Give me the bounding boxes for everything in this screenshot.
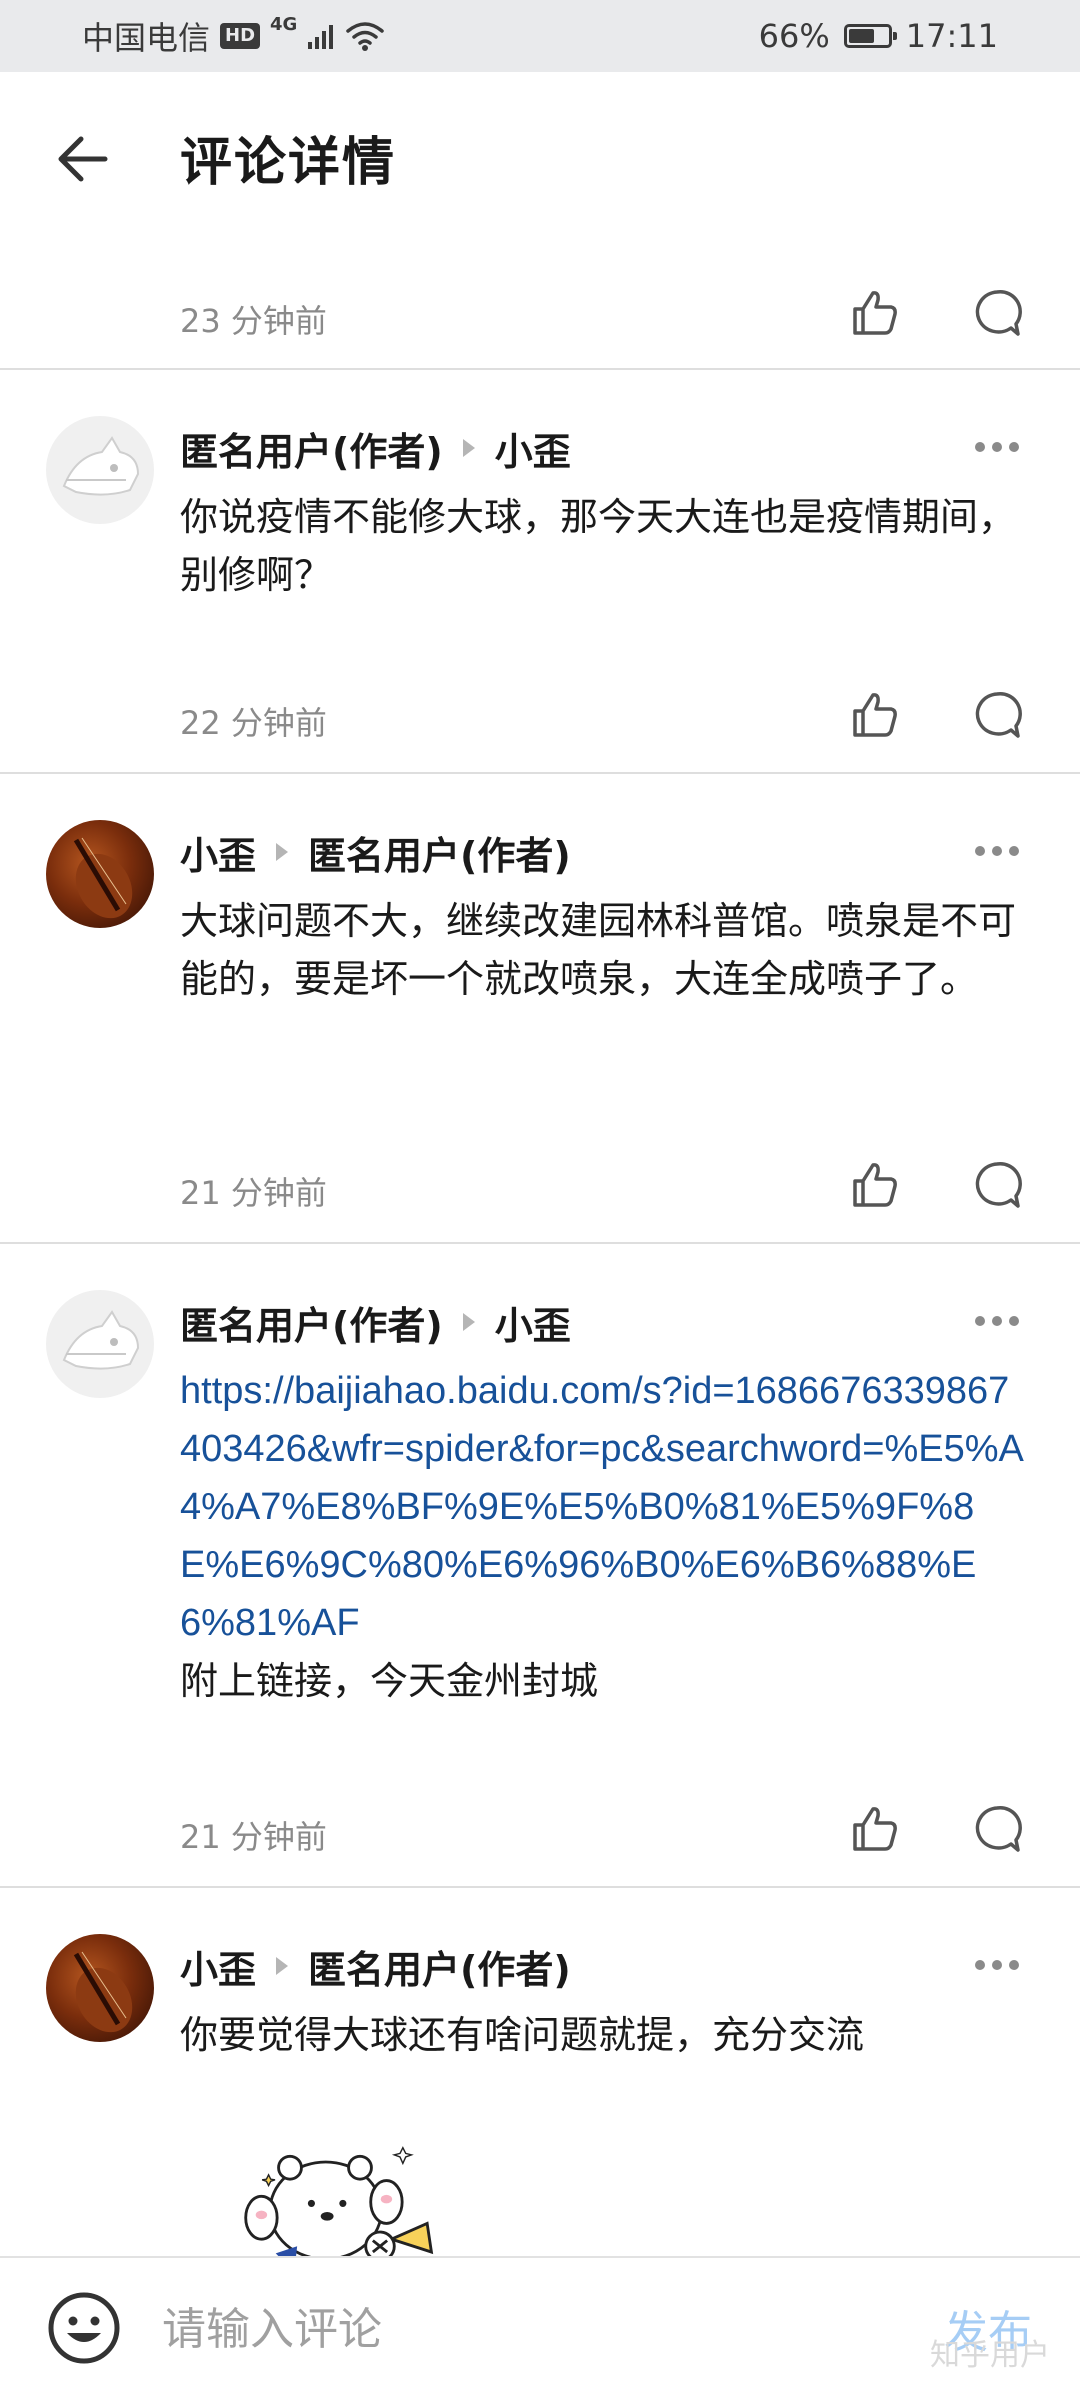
avatar[interactable] (46, 820, 154, 928)
dot-icon (992, 442, 1002, 452)
battery-percent: 66% (758, 17, 830, 55)
watermark: 知乎用户 (930, 2338, 1050, 2373)
avatar[interactable] (46, 1290, 154, 1398)
reply-button[interactable] (962, 680, 1032, 750)
more-options-button[interactable] (962, 826, 1032, 876)
author-name[interactable]: 匿名用户(作者) (180, 1295, 443, 1350)
dot-icon (1009, 1316, 1019, 1326)
emoji-button[interactable] (44, 2288, 124, 2368)
chat-bubble-icon (975, 1162, 1022, 1208)
like-button[interactable] (840, 278, 910, 348)
dot-icon (992, 846, 1002, 856)
reply-button[interactable] (962, 278, 1032, 348)
comment-text: 大球问题不大，继续改建园林科普馆。喷泉是不可能的，要是坏一个就改喷泉，大连全成喷… (180, 899, 1017, 1001)
signal-icon (308, 25, 334, 49)
bear-cheering-sticker[interactable] (200, 2132, 480, 2272)
comment-item: 小歪 匿名用户(作者) 大球问题不大，继续改建园林科普馆。喷泉是不可能的，要是坏… (0, 774, 1080, 1242)
author-name[interactable]: 小歪 (180, 1939, 256, 1994)
comment-link[interactable]: https://baijiahao.baidu.com/s?id=1686676… (180, 1362, 1030, 1652)
back-button[interactable] (48, 124, 118, 194)
header: 评论详情 (0, 72, 1080, 242)
chat-bubble-icon (975, 290, 1022, 336)
dot-icon (992, 1960, 1002, 1970)
author-name[interactable]: 小歪 (180, 825, 256, 880)
more-options-button[interactable] (962, 1296, 1032, 1346)
author-line: 匿名用户(作者) 小歪 (180, 1292, 571, 1352)
comment-sheet: 评论详情 23 分钟前 匿名用户(作者) 小歪 你说疫情不能修大球，那今天大连也… (0, 72, 1080, 2402)
comment-item: 匿名用户(作者) 小歪 https://baijiahao.baidu.com/… (0, 1244, 1080, 1886)
violin-avatar-icon (73, 1951, 133, 2033)
comment-actions: 21 分钟前 (0, 1150, 1080, 1240)
thumbs-up-icon (853, 693, 897, 737)
dot-icon (975, 846, 985, 856)
reply-arrow-icon (276, 843, 289, 861)
thumbs-up-icon (853, 1163, 897, 1207)
comment-item: 匿名用户(作者) 小歪 你说疫情不能修大球，那今天大连也是疫情期间，别修啊？ 2… (0, 370, 1080, 770)
battery-icon (843, 24, 897, 48)
comment-input-bar: 发布 (0, 2256, 1080, 2402)
dot-icon (1009, 442, 1019, 452)
reply-button[interactable] (962, 1794, 1032, 1864)
more-options-button[interactable] (962, 1940, 1032, 1990)
comment-time: 23 分钟前 (180, 302, 327, 340)
reply-to-name[interactable]: 小歪 (495, 421, 571, 476)
chat-bubble-icon (975, 692, 1022, 738)
author-line: 小歪 匿名用户(作者) (180, 822, 571, 882)
parent-comment-actions: 23 分钟前 (0, 278, 1080, 368)
like-button[interactable] (840, 680, 910, 750)
comment-text: 你说疫情不能修大球，那今天大连也是疫情期间，别修啊？ (180, 495, 1017, 597)
dot-icon (1009, 846, 1019, 856)
anonymous-avatar-icon (62, 436, 140, 496)
avatar[interactable] (46, 416, 154, 524)
author-line: 匿名用户(作者) 小歪 (180, 418, 571, 478)
status-right: 66% 17:11 (759, 0, 998, 72)
comment-time: 21 分钟前 (180, 1174, 327, 1212)
status-left: 中国电信 HD 4G (82, 0, 385, 72)
like-button[interactable] (840, 1150, 910, 1220)
reply-to-name[interactable]: 小歪 (495, 1295, 571, 1350)
thumbs-up-icon (853, 1807, 897, 1851)
comment-body: https://baijiahao.baidu.com/s?id=1686676… (180, 1362, 1030, 1710)
comment-text: 你要觉得大球还有啥问题就提，充分交流 (180, 2013, 865, 2057)
reply-arrow-icon (276, 1957, 289, 1975)
dot-icon (975, 1960, 985, 1970)
reply-button[interactable] (962, 1150, 1032, 1220)
dot-icon (975, 1316, 985, 1326)
violin-avatar-icon (73, 837, 133, 919)
dot-icon (992, 1316, 1002, 1326)
arrow-left-icon (58, 136, 108, 182)
like-button[interactable] (840, 1794, 910, 1864)
author-line: 小歪 匿名用户(作者) (180, 1936, 571, 1996)
more-options-button[interactable] (962, 422, 1032, 472)
author-name[interactable]: 匿名用户(作者) (180, 421, 443, 476)
comment-time: 22 分钟前 (180, 704, 327, 742)
reply-to-name[interactable]: 匿名用户(作者) (308, 825, 571, 880)
smiley-icon (48, 2292, 120, 2364)
anonymous-avatar-icon (62, 1310, 140, 1370)
thumbs-up-icon (853, 291, 897, 335)
comment-text: 附上链接，今天金州封城 (180, 1659, 599, 1703)
comment-actions: 21 分钟前 (0, 1794, 1080, 1884)
dot-icon (1009, 1960, 1019, 1970)
battery-fill (848, 29, 874, 43)
wifi-icon (346, 22, 385, 51)
page-title: 评论详情 (180, 133, 397, 193)
hd-badge: HD (220, 23, 261, 49)
reply-arrow-icon (462, 1313, 475, 1331)
network-type: 4G (270, 14, 298, 35)
comment-input[interactable] (160, 2288, 864, 2370)
status-bar: 中国电信 HD 4G 66% 17:11 (0, 0, 1080, 72)
reply-arrow-icon (462, 439, 475, 457)
clock: 17:11 (905, 17, 998, 55)
comment-time: 21 分钟前 (180, 1818, 327, 1856)
avatar[interactable] (46, 1934, 154, 2042)
reply-to-name[interactable]: 匿名用户(作者) (308, 1939, 571, 1994)
carrier-name: 中国电信 (82, 19, 211, 57)
comment-actions: 22 分钟前 (0, 680, 1080, 770)
chat-bubble-icon (975, 1806, 1022, 1852)
dot-icon (975, 442, 985, 452)
